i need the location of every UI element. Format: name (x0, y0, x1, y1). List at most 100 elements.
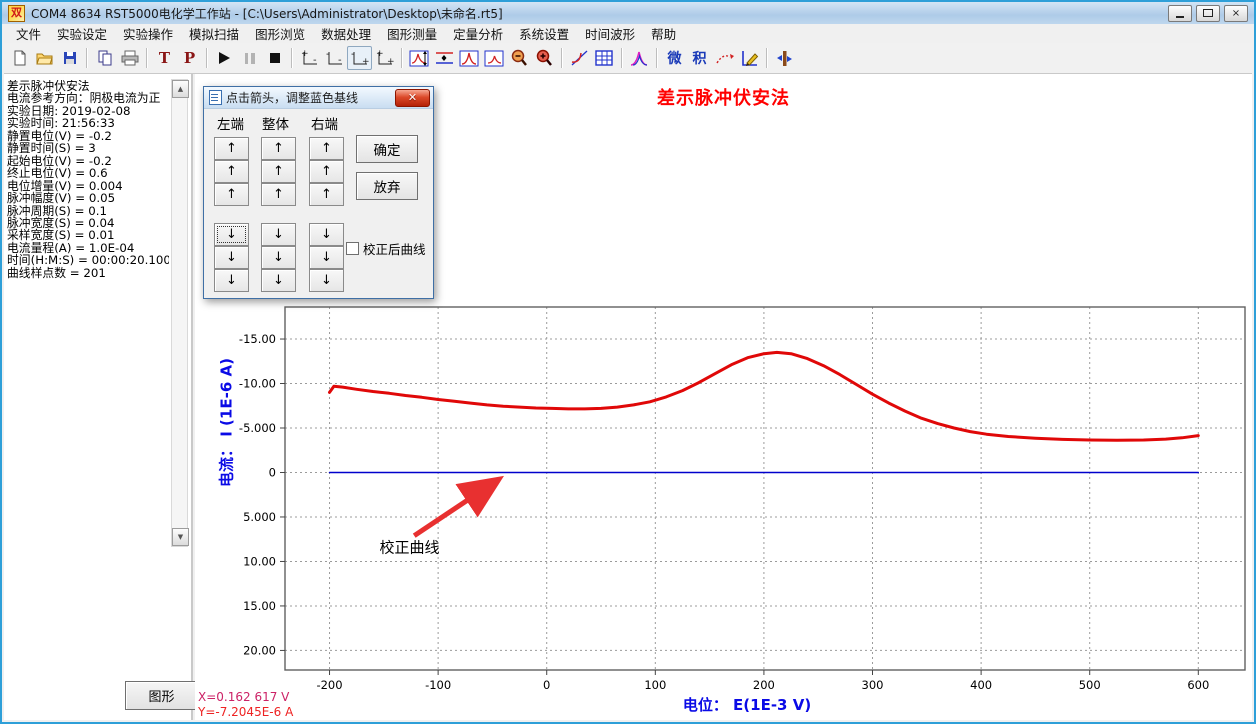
axis-origin-plus-button[interactable]: ++ (372, 46, 397, 70)
peak-scale-button[interactable] (407, 46, 432, 70)
menu-graph-browse[interactable]: 图形浏览 (247, 22, 313, 45)
stop-icon (270, 53, 280, 63)
overlay-peaks-button[interactable] (627, 46, 652, 70)
left-down-button-1[interactable]: ↓ (214, 223, 249, 246)
whole-up-button-3[interactable]: ↑ (261, 183, 296, 206)
menu-time-waveform[interactable]: 时间波形 (577, 22, 643, 45)
menu-help[interactable]: 帮助 (643, 22, 684, 45)
title-bar[interactable]: 双 COM4 8634 RST5000电化学工作站 - [C:\Users\Ad… (2, 2, 1254, 24)
right-up-button-2[interactable]: ↑ (309, 160, 344, 183)
dialog-doc-icon (209, 90, 222, 105)
peak-small-button[interactable] (482, 46, 507, 70)
close-icon: × (1232, 8, 1240, 19)
axis-minus-button[interactable]: -- (322, 46, 347, 70)
zoom-out-button[interactable] (507, 46, 532, 70)
y-tick-label: 0 (269, 465, 276, 479)
axis-plus-button[interactable]: -+ (347, 46, 372, 70)
parameter-list: 差示脉冲伏安法 电流参考方向：阴极电流为正 实验日期: 2019-02-08 实… (7, 80, 169, 279)
whole-up-button-1[interactable]: ↑ (261, 137, 296, 160)
left-down-button-3[interactable]: ↓ (214, 269, 249, 292)
p-marker-button[interactable]: P (177, 46, 202, 70)
right-down-button-3[interactable]: ↓ (309, 269, 344, 292)
pause-button[interactable] (237, 46, 262, 70)
menu-quantitative-analysis[interactable]: 定量分析 (445, 22, 511, 45)
smooth-curve-button[interactable] (712, 46, 737, 70)
peak-small-icon (484, 49, 505, 68)
dialog-title: 点击箭头，调整蓝色基线 (226, 89, 358, 106)
left-up-button-3[interactable]: ↑ (214, 183, 249, 206)
left-up-button-1[interactable]: ↑ (214, 137, 249, 160)
up-arrow-icon: ↑ (321, 141, 332, 156)
save-button[interactable] (57, 46, 82, 70)
right-up-button-3[interactable]: ↑ (309, 183, 344, 206)
menu-simulated-scan[interactable]: 模拟扫描 (181, 22, 247, 45)
right-down-button-1[interactable]: ↓ (309, 223, 344, 246)
svg-text:+: + (387, 57, 395, 67)
x-tick-label: 500 (1079, 678, 1101, 692)
stop-button[interactable] (262, 46, 287, 70)
down-arrow-icon: ↓ (321, 273, 332, 288)
whole-down-button-2[interactable]: ↓ (261, 246, 296, 269)
integral-button[interactable]: 积 (687, 46, 712, 70)
cancel-button[interactable]: 放弃 (356, 172, 418, 200)
corrected-curve-checkbox[interactable] (346, 242, 359, 255)
graph-button[interactable]: 图形 (125, 681, 198, 710)
exit-button[interactable] (772, 46, 797, 70)
edit-graph-button[interactable] (737, 46, 762, 70)
derivative-icon (570, 49, 590, 68)
dialog-close-button[interactable]: ✕ (395, 89, 430, 107)
data-table-icon (595, 50, 614, 67)
dialog-title-bar[interactable]: 点击箭头，调整蓝色基线 ✕ (204, 87, 433, 109)
p-marker-icon: P (184, 49, 195, 67)
derivative-button[interactable] (567, 46, 592, 70)
down-arrow-icon: ↓ (273, 273, 284, 288)
baseline-compress-icon (434, 49, 455, 68)
svg-text:-: - (326, 49, 330, 60)
maximize-icon (1203, 9, 1213, 17)
pause-icon (245, 53, 255, 64)
peak-view-button[interactable] (457, 46, 482, 70)
save-icon (62, 50, 78, 66)
data-table-button[interactable] (592, 46, 617, 70)
menu-data-processing[interactable]: 数据处理 (313, 22, 379, 45)
axis-origin-minus-button[interactable]: +- (297, 46, 322, 70)
scroll-up-button[interactable]: ▲ (172, 80, 189, 98)
menu-graph-measure[interactable]: 图形测量 (379, 22, 445, 45)
menu-file[interactable]: 文件 (8, 22, 49, 45)
app-icon: 双 (8, 5, 25, 22)
down-arrow-icon: ↓ (226, 250, 237, 265)
scroll-down-button[interactable]: ▼ (172, 528, 189, 546)
run-button[interactable] (212, 46, 237, 70)
close-button[interactable]: × (1224, 5, 1248, 22)
print-icon (121, 50, 139, 66)
menu-system-settings[interactable]: 系统设置 (511, 22, 577, 45)
zoom-in-button[interactable] (532, 46, 557, 70)
left-down-button-2[interactable]: ↓ (214, 246, 249, 269)
y-tick-label: 15.00 (243, 599, 276, 613)
menu-experiment-operation[interactable]: 实验操作 (115, 22, 181, 45)
y-tick-label: -15.00 (239, 332, 276, 346)
panel-scrollbar[interactable]: ▲ ▼ (171, 79, 188, 547)
left-up-button-2[interactable]: ↑ (214, 160, 249, 183)
differential-icon: 微 (668, 48, 682, 68)
axis-minus-icon: -- (325, 49, 345, 68)
maximize-button[interactable] (1196, 5, 1220, 22)
print-button[interactable] (117, 46, 142, 70)
open-file-button[interactable] (32, 46, 57, 70)
whole-up-button-2[interactable]: ↑ (261, 160, 296, 183)
right-up-button-1[interactable]: ↑ (309, 137, 344, 160)
differential-button[interactable]: 微 (662, 46, 687, 70)
minimize-button[interactable] (1168, 5, 1192, 22)
right-down-button-2[interactable]: ↓ (309, 246, 344, 269)
baseline-compress-button[interactable] (432, 46, 457, 70)
copy-button[interactable] (92, 46, 117, 70)
t-marker-button[interactable]: T (152, 46, 177, 70)
column-header-whole: 整体 (262, 113, 289, 133)
whole-down-button-1[interactable]: ↓ (261, 223, 296, 246)
menu-experiment-settings[interactable]: 实验设定 (49, 22, 115, 45)
peak-view-icon (459, 49, 480, 68)
new-file-button[interactable] (7, 46, 32, 70)
x-axis-label: 电位： E(1E-3 V) (647, 694, 847, 715)
whole-down-button-3[interactable]: ↓ (261, 269, 296, 292)
ok-button[interactable]: 确定 (356, 135, 418, 163)
